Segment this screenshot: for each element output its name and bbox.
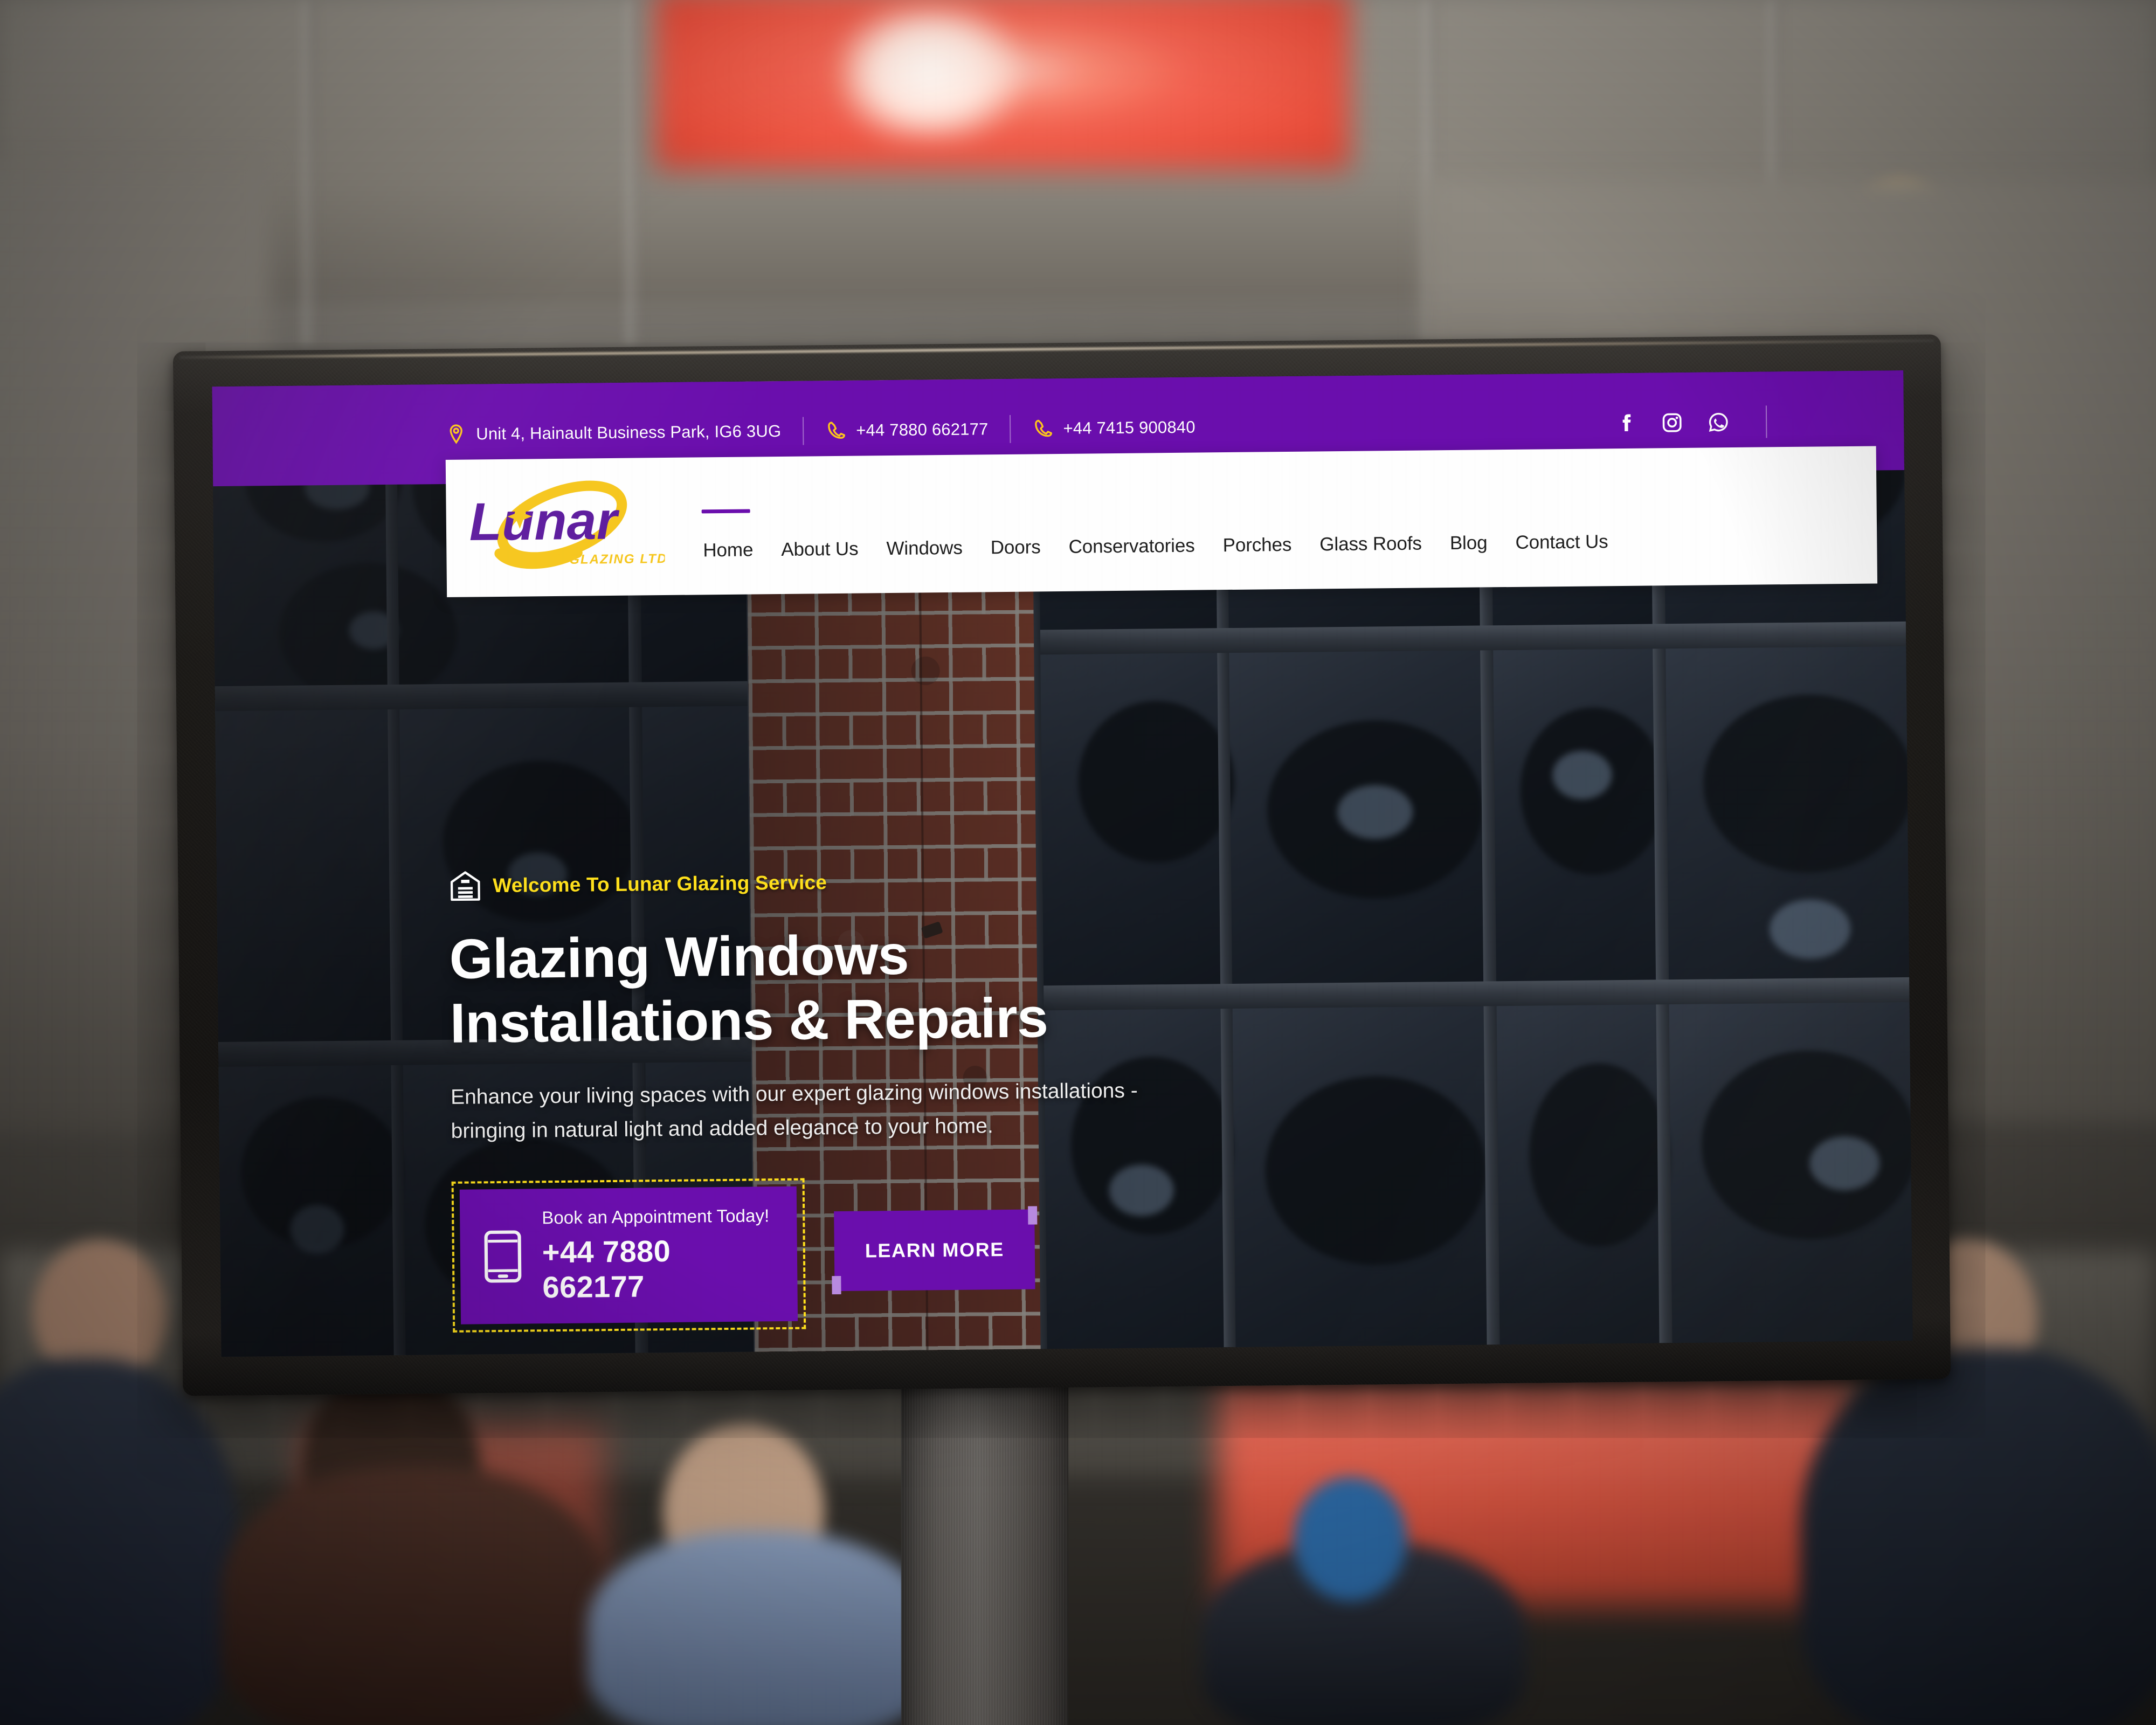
person-body [221,1466,609,1725]
monitor-stand-post [901,1380,1068,1725]
person-body [1800,1348,2156,1725]
hero-title-line-1: Glazing Windows [449,923,909,991]
appointment-label: Book an Appointment Today! [542,1205,770,1228]
nav-item-glass-roofs[interactable]: Glass Roofs [1305,533,1436,555]
nav-item-conservatories[interactable]: Conservatories [1054,535,1208,558]
mobile-phone-icon [484,1230,522,1283]
learn-more-corner-accent [832,1276,841,1295]
nav-item-doors[interactable]: Doors [977,536,1055,558]
appointment-phone: +44 7880 662177 [542,1234,671,1305]
hero-description: Enhance your living spaces with our expe… [450,1079,1138,1143]
logo[interactable]: Lunar GLAZING LTD [446,458,679,597]
map-pin-icon [450,424,462,444]
monitor: Unit 4, Hainault Business Park, IG6 3UG … [172,334,1951,1396]
background-mullion [625,0,639,345]
nav-item-contact-us[interactable]: Contact Us [1501,531,1622,554]
nav-item-windows[interactable]: Windows [872,537,977,560]
appointment-box[interactable]: Book an Appointment Today! +44 7880 6621… [451,1178,806,1333]
topbar-divider [803,417,804,445]
hero-title: Glazing Windows Installations & Repairs [449,921,1183,1055]
site-header: Lunar GLAZING LTD Home About Us Windows … [445,446,1878,597]
hero-title-line-2: Installations & Repairs [450,986,1048,1055]
phone-secondary-text: +44 7415 900840 [1063,417,1196,438]
social-links [1615,405,1767,439]
hero-actions: Book an Appointment Today! +44 7880 6621… [451,1175,1186,1333]
lunar-glazing-logo: Lunar GLAZING LTD [469,480,665,569]
person-head [1294,1477,1407,1601]
monitor-screen: Unit 4, Hainault Business Park, IG6 3UG … [212,370,1913,1357]
phone-primary-text: +44 7880 662177 [856,419,989,440]
phone-primary-item[interactable]: +44 7880 662177 [825,418,989,441]
svg-text:Lunar: Lunar [469,491,620,551]
address-item[interactable]: Unit 4, Hainault Business Park, IG6 3UG [445,420,781,445]
nav-item-porches[interactable]: Porches [1208,534,1305,557]
phone-handset-icon [828,421,846,439]
hero-content: Welcome To Lunar Glazing Service Glazing… [448,862,1186,1333]
appointment-text-block: Book an Appointment Today! +44 7880 6621… [542,1206,776,1305]
garage-house-icon [450,871,480,901]
appointment-box-inner: Book an Appointment Today! +44 7880 6621… [459,1186,798,1325]
learn-more-button[interactable]: LEARN MORE [832,1206,1038,1295]
whatsapp-icon[interactable] [1708,411,1729,433]
background-mullion [302,0,316,345]
phone-secondary-item[interactable]: +44 7415 900840 [1032,416,1196,439]
hero-eyebrow-text: Welcome To Lunar Glazing Service [493,871,827,897]
background-red-sign-glow [841,5,1019,140]
main-navigation: Home About Us Windows Doors Conservatori… [698,448,1623,595]
nav-item-home[interactable]: Home [699,539,767,561]
hero-eyebrow: Welcome To Lunar Glazing Service [448,862,1182,903]
learn-more-corner-accent [1028,1206,1038,1225]
nav-item-about-us[interactable]: About Us [767,538,873,561]
phone-handset-icon [1035,419,1053,437]
instagram-icon[interactable] [1661,411,1683,433]
address-text: Unit 4, Hainault Business Park, IG6 3UG [476,421,782,443]
person-body [588,1531,932,1725]
facebook-icon[interactable] [1615,412,1636,433]
topbar-divider [1010,415,1011,443]
nav-item-blog[interactable]: Blog [1436,532,1502,554]
svg-text:GLAZING LTD: GLAZING LTD [569,551,665,567]
social-divider [1765,405,1767,438]
